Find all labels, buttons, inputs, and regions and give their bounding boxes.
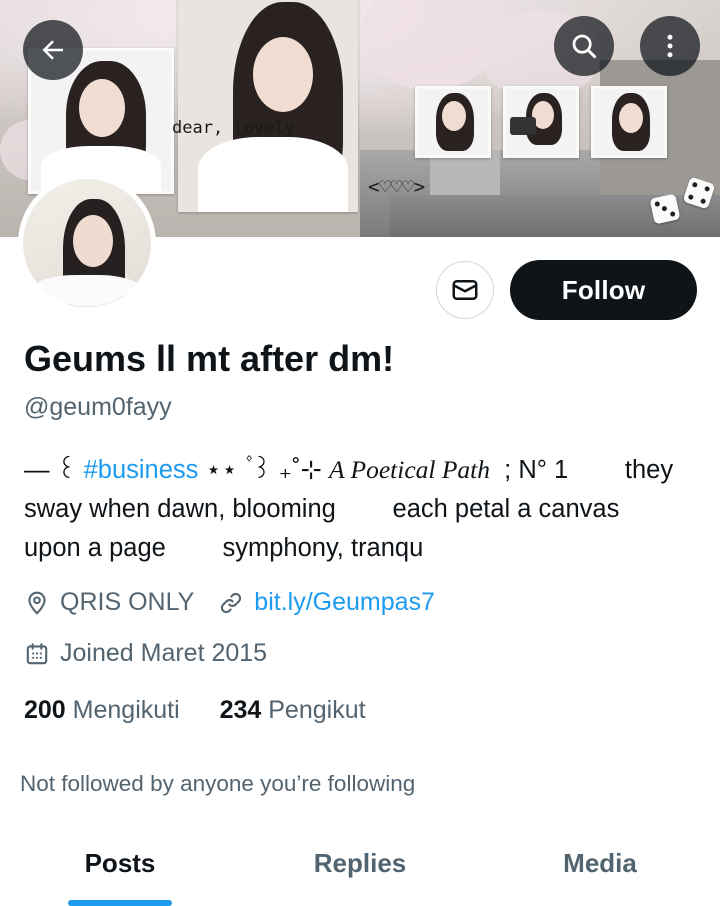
- following-count: 200: [24, 696, 66, 724]
- profile-tabs: Posts Replies Media: [0, 830, 720, 906]
- location-text: QRIS ONLY: [60, 588, 195, 616]
- tab-replies[interactable]: Replies: [240, 830, 480, 905]
- website-link[interactable]: bit.ly/Geumpas7: [254, 588, 435, 617]
- message-button[interactable]: [436, 261, 494, 319]
- avatar-image: [23, 179, 151, 307]
- banner-photo: [415, 86, 491, 158]
- bio-prefix: — ꒰: [24, 456, 84, 484]
- profile-avatar[interactable]: [18, 174, 156, 312]
- calendar-icon: [26, 642, 48, 664]
- tab-label: Posts: [84, 848, 156, 878]
- followers-count: 234: [219, 696, 262, 724]
- bio-hashtag[interactable]: #business: [84, 456, 199, 484]
- location-pin-icon: [28, 591, 46, 615]
- envelope-icon: [452, 280, 478, 300]
- banner-photo: [591, 86, 667, 158]
- joined-row: Joined Maret 2015: [24, 639, 267, 668]
- profile-bio: — ꒰ #business ⋆⋆ ۫ ꒱ ₊˚⊹ A Poetical Path…: [24, 450, 704, 568]
- tab-label: Replies: [313, 848, 407, 878]
- bio-line: — ꒰ #business ⋆⋆ ۫ ꒱ ₊˚⊹ A Poetical Path…: [24, 450, 704, 490]
- more-options-button[interactable]: [640, 16, 700, 76]
- banner-hearts: <♡♡♡>: [368, 176, 426, 198]
- following-label: Mengikuti: [72, 696, 180, 724]
- banner-caption: dear, lovely: [172, 118, 295, 138]
- bio-serif-text: A Poetical Path: [329, 455, 491, 484]
- user-handle: @geum0fayy: [24, 393, 172, 421]
- back-button[interactable]: [23, 20, 83, 80]
- joined-date: Joined Maret 2015: [60, 639, 268, 667]
- search-button[interactable]: [554, 16, 614, 76]
- search-icon: [572, 34, 597, 59]
- followers-label: Pengikut: [268, 696, 366, 724]
- bio-stars: ⋆⋆ ۫ ꒱ ₊˚⊹: [198, 456, 330, 484]
- link-icon: [221, 592, 242, 613]
- follow-button[interactable]: Follow: [510, 260, 697, 320]
- not-followed-notice: Not followed by anyone you’re following: [20, 771, 416, 796]
- following-stat[interactable]: 200 Mengikuti: [24, 696, 180, 724]
- more-vertical-icon: [667, 34, 673, 58]
- bio-line: upon a page symphony, tranqu: [24, 534, 424, 562]
- dice-decoration: [649, 193, 681, 225]
- active-tab-indicator: [68, 900, 172, 906]
- followers-stat[interactable]: 234 Pengikut: [220, 696, 366, 724]
- bio-suffix: ; N° 1 they: [490, 456, 674, 484]
- display-name: Geums ll mt after dm!: [24, 338, 395, 379]
- tab-label: Media: [563, 848, 637, 878]
- arrow-left-icon: [42, 40, 63, 60]
- profile-meta-row: QRIS ONLY bit.ly/Geumpas7: [24, 588, 435, 617]
- banner-photo: [178, 0, 358, 212]
- bio-line: sway when dawn, blooming each petal a ca…: [24, 495, 620, 523]
- follow-stats: 200 Mengikuti 234 Pengikut: [24, 696, 366, 725]
- tab-posts[interactable]: Posts: [0, 830, 240, 906]
- banner-photo: [503, 86, 579, 158]
- tab-media[interactable]: Media: [480, 830, 720, 905]
